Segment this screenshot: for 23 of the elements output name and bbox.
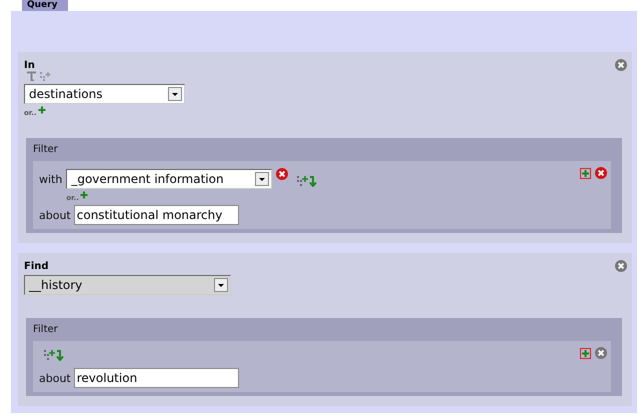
plus-icon[interactable] (80, 191, 88, 199)
dropdown[interactable]: _government information (66, 169, 272, 189)
filter-title: Filter (33, 144, 58, 155)
section-title: Find (24, 261, 49, 272)
dropdown[interactable]: destinations (24, 84, 185, 104)
add-child-icon[interactable] (43, 349, 65, 361)
add-box-icon[interactable] (580, 348, 591, 358)
input-field[interactable]: constitutional monarchy (74, 205, 239, 225)
field-label: about (39, 208, 71, 222)
field-label: about (39, 372, 71, 384)
close-icon[interactable] (595, 347, 607, 359)
input-field[interactable]: revolution (74, 368, 239, 388)
filter-title: Filter (33, 324, 58, 335)
add-box-icon[interactable] (580, 168, 591, 178)
close-icon[interactable] (615, 59, 627, 71)
add-child-icon[interactable] (296, 175, 318, 187)
query-tab[interactable]: Query (22, 0, 68, 11)
close-icon[interactable] (276, 168, 288, 180)
close-icon[interactable] (595, 167, 607, 179)
close-icon[interactable] (615, 260, 627, 272)
section-title: In (24, 60, 35, 71)
field-label: with (39, 173, 62, 186)
plus-icon[interactable] (38, 106, 46, 114)
